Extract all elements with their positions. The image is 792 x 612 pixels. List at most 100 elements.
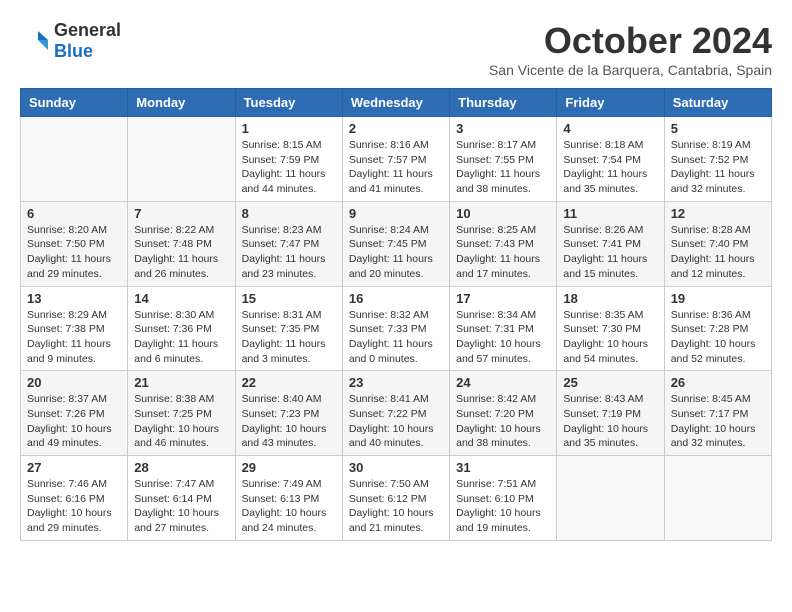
calendar-cell-4-5: 24Sunrise: 8:42 AMSunset: 7:20 PMDayligh… bbox=[450, 371, 557, 456]
calendar-cell-1-2 bbox=[128, 117, 235, 202]
calendar-cell-3-3: 15 Sunrise: 8:31 AMSunset: 7:35 PMDayligh… bbox=[235, 286, 342, 371]
header-saturday: Saturday bbox=[664, 89, 771, 117]
day-number: 10 bbox=[456, 206, 550, 221]
day-number: 5 bbox=[671, 121, 765, 136]
day-number: 12 bbox=[671, 206, 765, 221]
day-info: Sunrise: 7:46 AMSunset: 6:16 PMDaylight:… bbox=[27, 477, 121, 536]
calendar-cell-3-1: 13Sunrise: 8:29 AMSunset: 7:38 PMDayligh… bbox=[21, 286, 128, 371]
day-number: 27 bbox=[27, 460, 121, 475]
day-number: 1 bbox=[242, 121, 336, 136]
day-info: Sunrise: 7:50 AMSunset: 6:12 PMDaylight:… bbox=[349, 477, 443, 536]
day-info: Sunrise: 8:25 AMSunset: 7:43 PMDaylight:… bbox=[456, 223, 550, 282]
logo-blue: Blue bbox=[54, 41, 93, 61]
day-number: 31 bbox=[456, 460, 550, 475]
calendar-cell-2-6: 11Sunrise: 8:26 AMSunset: 7:41 PMDayligh… bbox=[557, 201, 664, 286]
day-info: Sunrise: 8:42 AMSunset: 7:20 PMDaylight:… bbox=[456, 392, 550, 451]
calendar-cell-2-2: 7Sunrise: 8:22 AMSunset: 7:48 PMDaylight… bbox=[128, 201, 235, 286]
day-number: 17 bbox=[456, 291, 550, 306]
header-friday: Friday bbox=[557, 89, 664, 117]
day-number: 26 bbox=[671, 375, 765, 390]
calendar-cell-2-1: 6 Sunrise: 8:20 AMSunset: 7:50 PMDaylight… bbox=[21, 201, 128, 286]
day-info: Sunrise: 8:17 AMSunset: 7:55 PMDaylight:… bbox=[456, 138, 550, 197]
day-info: Sunrise: 8:20 AMSunset: 7:50 PMDaylight:… bbox=[27, 223, 121, 282]
calendar-cell-4-4: 23 Sunrise: 8:41 AMSunset: 7:22 PMDayligh… bbox=[342, 371, 449, 456]
title-section: October 2024 San Vicente de la Barquera,… bbox=[489, 20, 772, 78]
calendar-cell-2-5: 10 Sunrise: 8:25 AMSunset: 7:43 PMDayligh… bbox=[450, 201, 557, 286]
day-info: Sunrise: 8:30 AMSunset: 7:36 PMDaylight:… bbox=[134, 308, 228, 367]
day-number: 23 bbox=[349, 375, 443, 390]
calendar-cell-1-4: 2 Sunrise: 8:16 AMSunset: 7:57 PMDaylight… bbox=[342, 117, 449, 202]
calendar-cell-5-7 bbox=[664, 456, 771, 541]
day-info: Sunrise: 8:18 AMSunset: 7:54 PMDaylight:… bbox=[563, 138, 657, 197]
day-info: Sunrise: 8:19 AMSunset: 7:52 PMDaylight:… bbox=[671, 138, 765, 197]
day-info: Sunrise: 8:38 AMSunset: 7:25 PMDaylight:… bbox=[134, 392, 228, 451]
calendar-cell-3-2: 14 Sunrise: 8:30 AMSunset: 7:36 PMDayligh… bbox=[128, 286, 235, 371]
day-number: 20 bbox=[27, 375, 121, 390]
calendar-cell-4-1: 20 Sunrise: 8:37 AMSunset: 7:26 PMDayligh… bbox=[21, 371, 128, 456]
header-wednesday: Wednesday bbox=[342, 89, 449, 117]
day-info: Sunrise: 8:24 AMSunset: 7:45 PMDaylight:… bbox=[349, 223, 443, 282]
day-number: 14 bbox=[134, 291, 228, 306]
calendar-cell-3-4: 16Sunrise: 8:32 AMSunset: 7:33 PMDayligh… bbox=[342, 286, 449, 371]
day-info: Sunrise: 8:40 AMSunset: 7:23 PMDaylight:… bbox=[242, 392, 336, 451]
day-number: 4 bbox=[563, 121, 657, 136]
day-number: 28 bbox=[134, 460, 228, 475]
logo-general: General bbox=[54, 20, 121, 40]
calendar-cell-4-6: 25 Sunrise: 8:43 AMSunset: 7:19 PMDayligh… bbox=[557, 371, 664, 456]
month-title: October 2024 bbox=[489, 20, 772, 62]
calendar-cell-1-3: 1Sunrise: 8:15 AMSunset: 7:59 PMDaylight… bbox=[235, 117, 342, 202]
location-subtitle: San Vicente de la Barquera, Cantabria, S… bbox=[489, 62, 772, 78]
calendar-cell-5-4: 30 Sunrise: 7:50 AMSunset: 6:12 PMDayligh… bbox=[342, 456, 449, 541]
header-sunday: Sunday bbox=[21, 89, 128, 117]
calendar-cell-5-6 bbox=[557, 456, 664, 541]
day-number: 29 bbox=[242, 460, 336, 475]
day-number: 8 bbox=[242, 206, 336, 221]
calendar-cell-4-2: 21 Sunrise: 8:38 AMSunset: 7:25 PMDayligh… bbox=[128, 371, 235, 456]
day-number: 30 bbox=[349, 460, 443, 475]
day-number: 18 bbox=[563, 291, 657, 306]
day-info: Sunrise: 8:32 AMSunset: 7:33 PMDaylight:… bbox=[349, 308, 443, 367]
calendar-cell-3-6: 18 Sunrise: 8:35 AMSunset: 7:30 PMDayligh… bbox=[557, 286, 664, 371]
day-info: Sunrise: 8:34 AMSunset: 7:31 PMDaylight:… bbox=[456, 308, 550, 367]
calendar-cell-1-1 bbox=[21, 117, 128, 202]
header-monday: Monday bbox=[128, 89, 235, 117]
calendar-cell-1-5: 3 Sunrise: 8:17 AMSunset: 7:55 PMDaylight… bbox=[450, 117, 557, 202]
day-info: Sunrise: 8:45 AMSunset: 7:17 PMDaylight:… bbox=[671, 392, 765, 451]
day-info: Sunrise: 7:47 AMSunset: 6:14 PMDaylight:… bbox=[134, 477, 228, 536]
calendar-cell-3-7: 19Sunrise: 8:36 AMSunset: 7:28 PMDayligh… bbox=[664, 286, 771, 371]
calendar-cell-3-5: 17 Sunrise: 8:34 AMSunset: 7:31 PMDayligh… bbox=[450, 286, 557, 371]
day-info: Sunrise: 8:16 AMSunset: 7:57 PMDaylight:… bbox=[349, 138, 443, 197]
calendar-cell-5-5: 31 Sunrise: 7:51 AMSunset: 6:10 PMDayligh… bbox=[450, 456, 557, 541]
logo: General Blue bbox=[20, 20, 121, 62]
calendar-header-row: Sunday Monday Tuesday Wednesday Thursday… bbox=[21, 89, 772, 117]
day-info: Sunrise: 8:41 AMSunset: 7:22 PMDaylight:… bbox=[349, 392, 443, 451]
day-info: Sunrise: 8:36 AMSunset: 7:28 PMDaylight:… bbox=[671, 308, 765, 367]
day-info: Sunrise: 7:49 AMSunset: 6:13 PMDaylight:… bbox=[242, 477, 336, 536]
day-number: 22 bbox=[242, 375, 336, 390]
day-info: Sunrise: 8:43 AMSunset: 7:19 PMDaylight:… bbox=[563, 392, 657, 451]
day-info: Sunrise: 8:31 AMSunset: 7:35 PMDaylight:… bbox=[242, 308, 336, 367]
day-number: 15 bbox=[242, 291, 336, 306]
calendar-cell-2-7: 12 Sunrise: 8:28 AMSunset: 7:40 PMDayligh… bbox=[664, 201, 771, 286]
calendar-cell-1-6: 4 Sunrise: 8:18 AMSunset: 7:54 PMDaylight… bbox=[557, 117, 664, 202]
day-number: 21 bbox=[134, 375, 228, 390]
calendar-week-4: 20 Sunrise: 8:37 AMSunset: 7:26 PMDayligh… bbox=[21, 371, 772, 456]
day-number: 2 bbox=[349, 121, 443, 136]
day-number: 13 bbox=[27, 291, 121, 306]
calendar-cell-2-3: 8Sunrise: 8:23 AMSunset: 7:47 PMDaylight… bbox=[235, 201, 342, 286]
calendar-cell-5-3: 29 Sunrise: 7:49 AMSunset: 6:13 PMDayligh… bbox=[235, 456, 342, 541]
day-number: 6 bbox=[27, 206, 121, 221]
header-thursday: Thursday bbox=[450, 89, 557, 117]
day-number: 3 bbox=[456, 121, 550, 136]
day-info: Sunrise: 7:51 AMSunset: 6:10 PMDaylight:… bbox=[456, 477, 550, 536]
day-number: 11 bbox=[563, 206, 657, 221]
calendar-week-1: 1Sunrise: 8:15 AMSunset: 7:59 PMDaylight… bbox=[21, 117, 772, 202]
day-number: 25 bbox=[563, 375, 657, 390]
day-info: Sunrise: 8:35 AMSunset: 7:30 PMDaylight:… bbox=[563, 308, 657, 367]
day-info: Sunrise: 8:28 AMSunset: 7:40 PMDaylight:… bbox=[671, 223, 765, 282]
calendar: Sunday Monday Tuesday Wednesday Thursday… bbox=[20, 88, 772, 541]
calendar-cell-4-7: 26 Sunrise: 8:45 AMSunset: 7:17 PMDayligh… bbox=[664, 371, 771, 456]
calendar-cell-5-2: 28 Sunrise: 7:47 AMSunset: 6:14 PMDayligh… bbox=[128, 456, 235, 541]
calendar-week-5: 27 Sunrise: 7:46 AMSunset: 6:16 PMDayligh… bbox=[21, 456, 772, 541]
day-info: Sunrise: 8:37 AMSunset: 7:26 PMDaylight:… bbox=[27, 392, 121, 451]
